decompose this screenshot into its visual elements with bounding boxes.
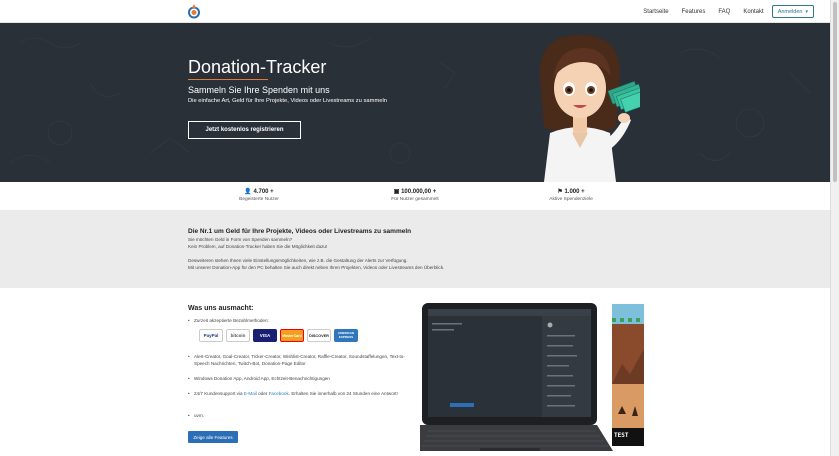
nav-links: Startseite Features FAQ Kontakt Anmelden… bbox=[630, 0, 830, 23]
visa-icon: VISA bbox=[253, 329, 277, 342]
page: Startseite Features FAQ Kontakt Anmelden… bbox=[0, 0, 839, 456]
laptop-screenshot bbox=[420, 303, 613, 451]
hero-tagline: Die einfache Art, Geld für Ihre Projekte… bbox=[188, 98, 388, 104]
info-line: Mit unserer Donation-App für den PC beha… bbox=[188, 265, 445, 270]
features-section: Was uns ausmacht: • Zurzeit akzeptierte B… bbox=[0, 288, 830, 456]
info-section: Die Nr.1 um Geld für Ihre Projekte, Vide… bbox=[0, 210, 830, 288]
amex-icon: AMERICAN EXPRESS bbox=[334, 329, 358, 342]
nav-link-startseite[interactable]: Startseite bbox=[643, 9, 668, 15]
stat-collected: ▣ 100.000,00 + Für Nutzer gesammelt bbox=[365, 188, 465, 202]
discover-icon: DISCOVER bbox=[307, 329, 331, 342]
register-button[interactable]: Jetzt kostenlos registrieren bbox=[188, 121, 301, 139]
facebook-link[interactable]: Facebook bbox=[269, 391, 289, 396]
stat-users: 👤 4.700 + Begeisterte Nutzer bbox=[209, 188, 309, 202]
info-line: Kein Problem, auf Donation-Tracker haben… bbox=[188, 244, 328, 249]
hero-title-underline bbox=[188, 79, 268, 80]
vertical-scrollbar[interactable] bbox=[830, 0, 839, 456]
feature-tools: Alert-Creator, Goal-Creator, Ticker-Crea… bbox=[194, 354, 405, 367]
list-item: • Alert-Creator, Goal-Creator, Ticker-Cre… bbox=[188, 353, 408, 367]
preview-panel: TEST bbox=[612, 304, 644, 446]
info-line: Desweiteren stehen Ihnen viele Einstellu… bbox=[188, 258, 408, 263]
payment-intro: Zurzeit akzeptierte Bezahlmethoden: bbox=[194, 318, 269, 323]
donation-tracker-logo[interactable] bbox=[187, 4, 201, 19]
chevron-down-icon: ▾ bbox=[805, 8, 808, 15]
list-item: • uvm. bbox=[188, 412, 408, 419]
flag-icon: ⚑ bbox=[557, 189, 563, 195]
stat-users-label: Begeisterte Nutzer bbox=[239, 197, 279, 202]
stat-goals: ⚑ 1.000 + Aktive Spendenziele bbox=[521, 188, 621, 202]
preview-image bbox=[612, 304, 644, 446]
info-title: Die Nr.1 um Geld für Ihre Projekte, Vide… bbox=[188, 228, 412, 235]
stats-bar: 👤 4.700 + Begeisterte Nutzer ▣ 100.000,0… bbox=[0, 182, 830, 210]
feature-support: 24/7 Kundensupport via E-Mail oder Faceb… bbox=[194, 391, 398, 396]
email-link[interactable]: E-Mail bbox=[244, 391, 257, 396]
stat-goals-value: ⚑ 1.000 + bbox=[557, 189, 585, 195]
list-item: • Zurzeit akzeptierte Bezahlmethoden: bbox=[188, 317, 408, 324]
paypal-icon: PayPal bbox=[199, 329, 223, 342]
list-item: • Windows Donation App, Android App, Echt… bbox=[188, 375, 408, 382]
info-line: Sie möchten Geld in Form von Spenden sam… bbox=[188, 237, 293, 242]
hero-section: Donation-Tracker Sammeln Sie Ihre Spende… bbox=[0, 23, 830, 182]
stat-goals-label: Aktive Spendenziele bbox=[549, 197, 593, 202]
payment-methods: PayPal bitcoin VISA MasterCard DISCOVER … bbox=[199, 329, 358, 342]
hero-title: Donation-Tracker bbox=[188, 57, 327, 77]
scrollbar-thumb[interactable] bbox=[833, 2, 837, 182]
show-all-features-button[interactable]: Zeige alle Features bbox=[188, 431, 238, 443]
bitcoin-icon: bitcoin bbox=[226, 329, 250, 342]
feature-more: uvm. bbox=[194, 413, 204, 418]
mastercard-icon: MasterCard bbox=[280, 329, 304, 342]
login-label: Anmelden bbox=[777, 8, 803, 15]
mascot-illustration bbox=[540, 35, 640, 182]
hero-subtitle: Sammeln Sie Ihre Spenden mit uns bbox=[188, 85, 330, 95]
login-button[interactable]: Anmelden ▾ bbox=[771, 5, 814, 18]
money-icon: ▣ bbox=[393, 189, 400, 195]
hero-background-pattern bbox=[9, 37, 811, 164]
preview-panel-text: TEST bbox=[614, 432, 629, 439]
features-title: Was uns ausmacht: bbox=[188, 305, 254, 312]
nav-link-faq[interactable]: FAQ bbox=[718, 9, 730, 15]
nav-link-kontakt[interactable]: Kontakt bbox=[743, 9, 763, 15]
users-icon: 👤 bbox=[244, 189, 252, 195]
navbar: Startseite Features FAQ Kontakt Anmelden… bbox=[0, 0, 830, 23]
feature-apps: Windows Donation App, Android App, Echtz… bbox=[194, 376, 330, 381]
stat-collected-value: ▣ 100.000,00 + bbox=[393, 189, 437, 195]
stat-collected-label: Für Nutzer gesammelt bbox=[391, 197, 439, 202]
nav-link-features[interactable]: Features bbox=[682, 9, 706, 15]
stat-users-value: 👤 4.700 + bbox=[244, 189, 274, 195]
list-item: • 24/7 Kundensupport via E-Mail oder Face… bbox=[188, 390, 408, 397]
